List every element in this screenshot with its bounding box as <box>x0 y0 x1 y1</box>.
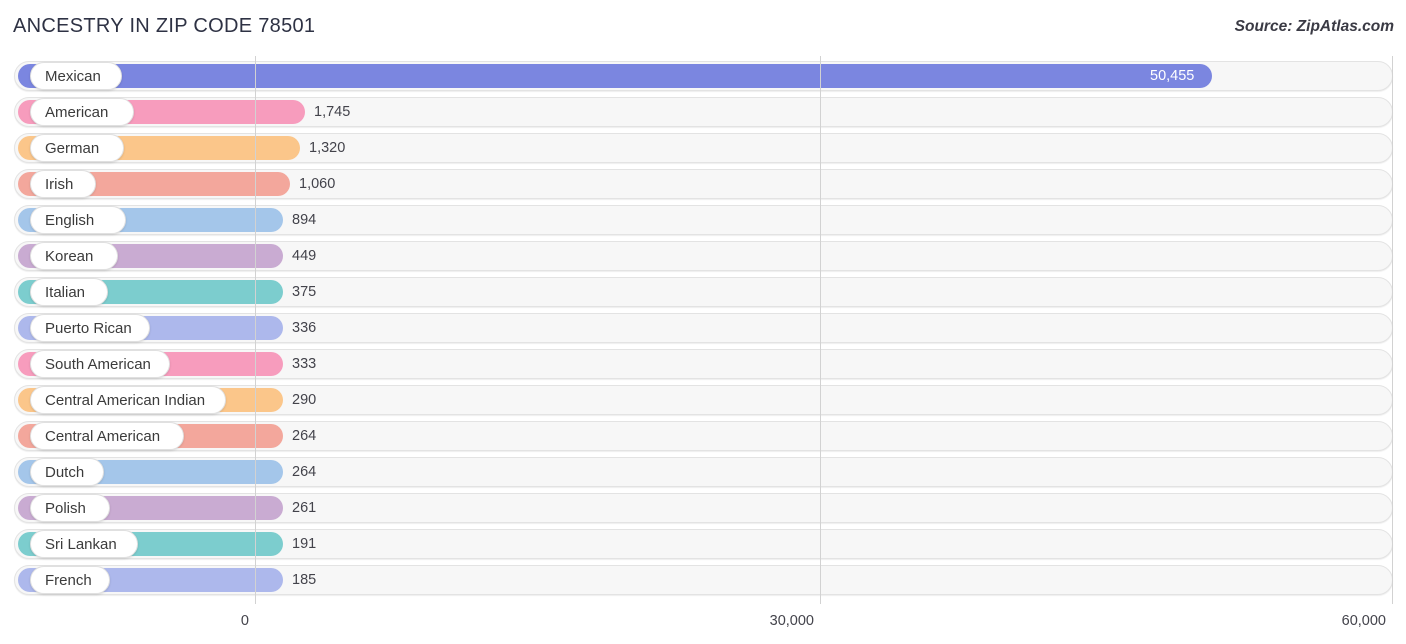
x-tick-label: 60,000 <box>1341 613 1386 629</box>
table-row[interactable]: South American 333 <box>0 346 1406 382</box>
category-label: Irish <box>45 175 74 193</box>
bar-value-label: 264 <box>292 464 317 480</box>
category-label: Sri Lankan <box>45 535 117 553</box>
category-label: Korean <box>45 247 94 265</box>
x-axis: 0 30,000 60,000 <box>0 604 1406 644</box>
bar-value-label: 1,320 <box>309 140 346 156</box>
table-row[interactable]: Irish 1,060 <box>0 166 1406 202</box>
table-row[interactable]: Italian 375 <box>0 274 1406 310</box>
x-tick-label: 30,000 <box>769 613 814 629</box>
category-label: German <box>45 139 100 157</box>
bar-value-label: 333 <box>292 356 317 372</box>
table-row[interactable]: American 1,745 <box>0 94 1406 130</box>
table-row[interactable]: Puerto Rican 336 <box>0 310 1406 346</box>
category-label-pill: French <box>30 566 110 594</box>
category-label-pill: South American <box>30 350 170 378</box>
category-label-pill: German <box>30 134 124 162</box>
category-label-pill: Sri Lankan <box>30 530 138 558</box>
category-label-pill: Mexican <box>30 62 122 90</box>
category-label-pill: Central American <box>30 422 184 450</box>
page-title: ANCESTRY IN ZIP CODE 78501 <box>13 15 316 37</box>
bar-value-label: 1,060 <box>299 176 336 192</box>
bar-value-label: 1,745 <box>314 104 351 120</box>
category-label-pill: Central American Indian <box>30 386 226 414</box>
bar-value-label: 50,455 <box>1150 68 1195 84</box>
category-label-pill: Puerto Rican <box>30 314 150 342</box>
bar[interactable] <box>18 64 1212 88</box>
table-row[interactable]: Polish 261 <box>0 490 1406 526</box>
category-label: Mexican <box>45 67 101 85</box>
table-row[interactable]: Korean 449 <box>0 238 1406 274</box>
chart-header: ANCESTRY IN ZIP CODE 78501 Source: ZipAt… <box>0 0 1406 56</box>
category-label: Central American Indian <box>45 391 206 409</box>
table-row[interactable]: Dutch 264 <box>0 454 1406 490</box>
category-label: South American <box>45 355 151 373</box>
table-row[interactable]: Central American 264 <box>0 418 1406 454</box>
category-label: Puerto Rican <box>45 319 132 337</box>
table-row[interactable]: German 1,320 <box>0 130 1406 166</box>
table-row[interactable]: Mexican 50,455 <box>0 58 1406 94</box>
bar-value-label: 449 <box>292 248 317 264</box>
bar-value-label: 185 <box>292 572 317 588</box>
category-label: American <box>45 103 109 121</box>
table-row[interactable]: French 185 <box>0 562 1406 598</box>
bar-value-label: 894 <box>292 212 317 228</box>
category-label: English <box>45 211 95 229</box>
category-label-pill: Irish <box>30 170 96 198</box>
category-label-pill: Dutch <box>30 458 104 486</box>
source-attribution: Source: ZipAtlas.com <box>1234 18 1394 35</box>
category-label-pill: Italian <box>30 278 108 306</box>
bar-value-label: 336 <box>292 320 317 336</box>
category-label-pill: English <box>30 206 126 234</box>
table-row[interactable]: Sri Lankan 191 <box>0 526 1406 562</box>
category-label: Central American <box>45 427 161 445</box>
table-row[interactable]: English 894 <box>0 202 1406 238</box>
category-label: Italian <box>45 283 86 301</box>
category-label-pill: Polish <box>30 494 110 522</box>
category-label: Polish <box>45 499 86 517</box>
chart-plot-area: Mexican 50,455 American 1,745 German 1,320 Iri… <box>0 56 1406 604</box>
category-label: Dutch <box>45 463 85 481</box>
category-label-pill: American <box>30 98 134 126</box>
bar-value-label: 264 <box>292 428 317 444</box>
category-label-pill: Korean <box>30 242 118 270</box>
table-row[interactable]: Central American Indian 290 <box>0 382 1406 418</box>
bar-value-label: 290 <box>292 392 317 408</box>
x-tick-label: 0 <box>240 613 249 629</box>
bar-value-label: 191 <box>292 536 317 552</box>
bar-value-label: 261 <box>292 500 317 516</box>
category-label: French <box>45 571 92 589</box>
bar-value-label: 375 <box>292 284 317 300</box>
